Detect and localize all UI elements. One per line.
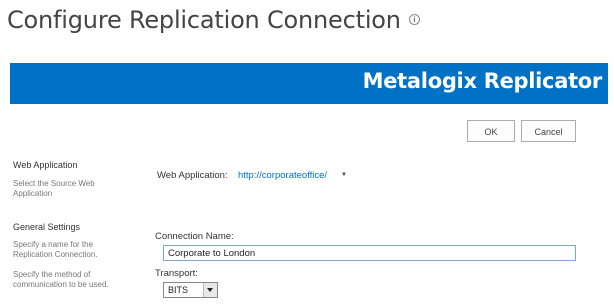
section-desc-connection-name: Specify a name for the Replication Conne…	[13, 240, 98, 259]
connection-name-input[interactable]	[163, 245, 576, 261]
transport-select-value: BITS	[168, 285, 189, 295]
metalogix-logo: Metalogix Replicator	[362, 69, 603, 93]
ok-button[interactable]: OK	[467, 120, 515, 142]
product-banner: Metalogix Replicator	[10, 63, 608, 104]
section-desc-transport: Specify the method of communication to b…	[13, 270, 109, 289]
page-title: Configure Replication Connection i	[7, 6, 420, 34]
web-application-selector[interactable]: http://corporateoffice/	[238, 170, 327, 181]
chevron-down-icon[interactable]: ▼	[341, 172, 347, 178]
transport-label: Transport:	[155, 268, 198, 279]
page: Configure Replication Connection i Metalo…	[0, 0, 614, 305]
transport-select[interactable]: BITS	[163, 282, 218, 298]
select-arrow-icon[interactable]	[203, 283, 217, 297]
cancel-button[interactable]: Cancel	[521, 120, 576, 142]
info-icon[interactable]: i	[408, 13, 420, 25]
web-application-label: Web Application:	[157, 170, 228, 181]
section-title-general-settings: General Settings	[13, 222, 81, 232]
section-title-web-application: Web Application	[13, 160, 78, 170]
connection-name-label: Connection Name:	[155, 231, 234, 242]
page-title-text: Configure Replication Connection	[7, 6, 401, 34]
section-desc-web-application: Select the Source Web Application	[13, 179, 95, 198]
